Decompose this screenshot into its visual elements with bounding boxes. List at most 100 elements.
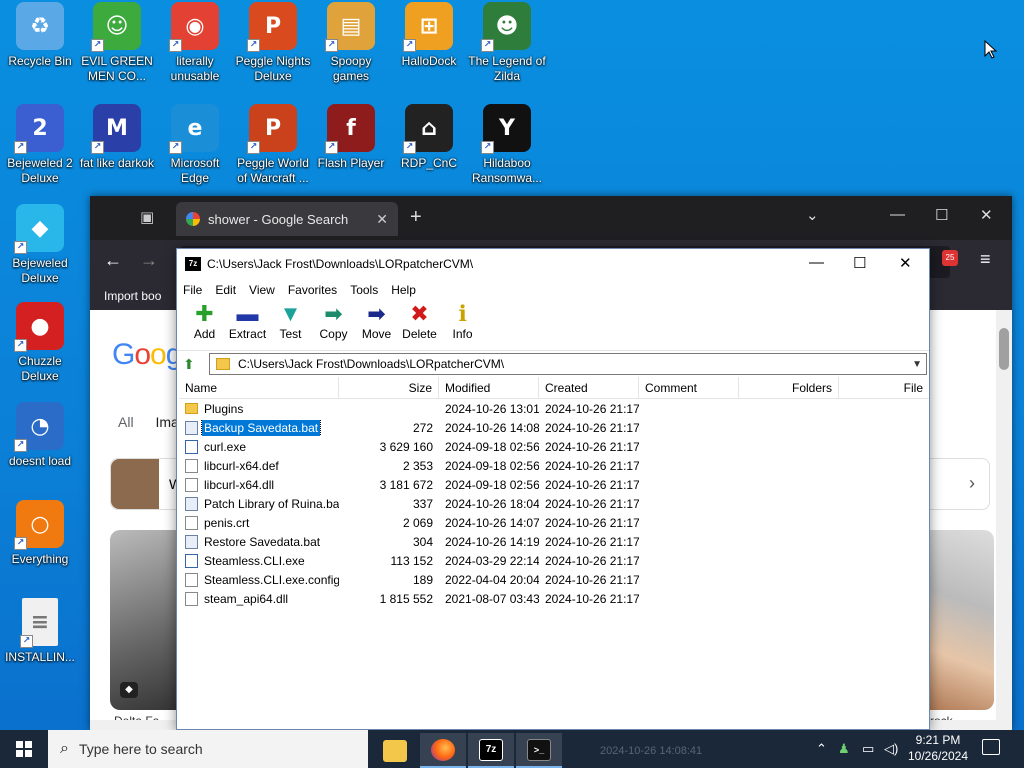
desktop-icon[interactable]: e ↗ Microsoft Edge xyxy=(155,104,235,196)
move-button[interactable]: ➡ Move xyxy=(355,301,398,350)
column-comment[interactable]: Comment xyxy=(639,377,739,398)
menu-edit[interactable]: Edit xyxy=(215,283,236,297)
menu-tools[interactable]: Tools xyxy=(350,283,378,297)
taskbar-7zip[interactable]: 7z xyxy=(468,733,514,768)
minimize-icon[interactable]: — xyxy=(809,254,824,271)
toolbar-button-label: Info xyxy=(452,327,473,341)
extension-badge-icon[interactable]: 25 xyxy=(942,250,958,266)
desktop-icon[interactable]: ☺ ↗ EVIL GREEN MEN CO... xyxy=(77,2,157,94)
column-name[interactable]: Name xyxy=(179,377,339,398)
file-row[interactable]: penis.crt 2 069 2024-10-26 14:07 2024-10-26… xyxy=(179,513,929,532)
up-folder-icon[interactable]: ⬆ xyxy=(183,356,199,372)
desktop-icon[interactable]: ◆ ↗ Bejeweled Deluxe xyxy=(0,204,80,296)
forward-icon[interactable]: → xyxy=(140,250,158,271)
7zip-title-bar[interactable]: 7z C:\Users\Jack Frost\Downloads\LORpatc… xyxy=(177,249,929,279)
shortcut-arrow-icon: ↗ xyxy=(20,635,33,648)
file-row[interactable]: Backup Savedata.bat 272 2024-10-26 14:08 20… xyxy=(179,418,929,437)
image-result-shower[interactable]: ◆ xyxy=(110,530,186,710)
menu-favorites[interactable]: Favorites xyxy=(288,283,337,297)
7zip-file-manager-window[interactable]: 7z C:\Users\Jack Frost\Downloads\LORpatc… xyxy=(176,248,930,730)
tab-all[interactable]: All xyxy=(118,414,134,430)
menu-help[interactable]: Help xyxy=(391,283,416,297)
desktop-icon[interactable]: ○ ↗ Everything xyxy=(0,500,80,592)
desktop-icon[interactable]: ◔ ↗ doesnt load xyxy=(0,402,80,494)
menu-file[interactable]: File xyxy=(183,283,202,297)
close-icon[interactable]: ✕ xyxy=(899,254,912,272)
peggle-wow-icon: P ↗ xyxy=(247,104,297,154)
file-row[interactable]: steam_api64.dll 1 815 552 2021-08-07 03:43… xyxy=(179,589,929,608)
test-button[interactable]: ▼ Test xyxy=(269,301,312,350)
browser-maximize-icon[interactable]: ☐ xyxy=(935,206,948,224)
column-files[interactable]: File xyxy=(839,377,929,398)
file-row[interactable]: curl.exe 3 629 160 2024-09-18 02:56 2024-10… xyxy=(179,437,929,456)
desktop-icon[interactable]: ● ↗ Chuzzle Deluxe xyxy=(0,302,80,394)
close-tab-icon[interactable]: ✕ xyxy=(376,211,388,228)
taskbar-firefox[interactable] xyxy=(420,733,466,768)
taskbar-file-explorer[interactable] xyxy=(372,733,418,768)
address-field[interactable]: C:\Users\Jack Frost\Downloads\LORpatcher… xyxy=(209,353,927,375)
file-row[interactable]: Steamless.CLI.exe 113 152 2024-03-29 22:14… xyxy=(179,551,929,570)
network-icon[interactable]: ▭ xyxy=(862,741,874,757)
tab-overview-icon[interactable]: ▣ xyxy=(140,208,160,226)
vertical-scrollbar[interactable] xyxy=(996,310,1012,730)
taskbar-terminal[interactable]: >_ xyxy=(516,733,562,768)
google-logo[interactable]: Goog xyxy=(112,338,182,372)
copy-button[interactable]: ➡ Copy xyxy=(312,301,355,350)
scrollbar-thumb[interactable] xyxy=(999,328,1009,370)
chrome-icon: ◉ ↗ xyxy=(169,2,219,52)
menu-view[interactable]: View xyxy=(249,283,275,297)
desktop-icon[interactable]: 2 ↗ Bejeweled 2 Deluxe xyxy=(0,104,80,196)
file-row[interactable]: Restore Savedata.bat 304 2024-10-26 14:19 2… xyxy=(179,532,929,551)
desktop-icon[interactable]: ◉ ↗ literally unusable xyxy=(155,2,235,94)
notification-center-icon[interactable] xyxy=(982,739,1000,755)
desktop-icon[interactable]: ☻ ↗ The Legend of Zilda xyxy=(467,2,547,94)
firefox-icon xyxy=(431,738,455,761)
delete-button[interactable]: ✖ Delete xyxy=(398,301,441,350)
import-bookmarks-link[interactable]: Import boo xyxy=(104,289,161,303)
start-button[interactable] xyxy=(0,730,48,768)
bat-file-icon xyxy=(185,496,198,511)
tray-overflow-chevron-icon[interactable]: ⌃ xyxy=(816,741,827,757)
maximize-icon[interactable]: ☐ xyxy=(853,254,866,272)
desktop-icon[interactable]: ≡ ↗ INSTALLIN... xyxy=(0,598,80,690)
file-row[interactable]: libcurl-x64.def 2 353 2024-09-18 02:56 2024… xyxy=(179,456,929,475)
file-row[interactable]: libcurl-x64.dll 3 181 672 2024-09-18 02:56… xyxy=(179,475,929,494)
chevron-down-icon[interactable]: ▼ xyxy=(912,359,922,370)
add-button[interactable]: ✚ Add xyxy=(183,301,226,350)
new-tab-icon[interactable]: + xyxy=(410,206,422,229)
desktop-icon[interactable]: ⌂ ↗ RDP_CnC xyxy=(389,104,469,196)
browser-close-icon[interactable]: ✕ xyxy=(980,206,993,224)
column-size[interactable]: Size xyxy=(339,377,439,398)
desktop-icon[interactable]: ♻ Recycle Bin xyxy=(0,2,80,94)
chevron-right-icon[interactable]: › xyxy=(969,473,975,494)
desktop-icon[interactable]: Y ↗ Hildaboo Ransomwa... xyxy=(467,104,547,196)
browser-menu-icon[interactable]: ≡ xyxy=(980,249,991,270)
file-row[interactable]: Plugins 2024-10-26 13:01 2024-10-26 21:17 xyxy=(179,399,929,418)
desktop-icon[interactable]: ▤ ↗ Spoopy games xyxy=(311,2,391,94)
file-name: Patch Library of Ruina.bat xyxy=(204,496,339,511)
back-icon[interactable]: ← xyxy=(104,250,122,271)
file-row[interactable]: Patch Library of Ruina.bat 337 2024-10-26 … xyxy=(179,494,929,513)
column-created[interactable]: Created xyxy=(539,377,639,398)
tab-google-search[interactable]: shower - Google Search ✕ xyxy=(176,202,398,236)
tray-user-icon[interactable]: ♟ xyxy=(838,741,850,757)
desktop-icon[interactable]: M ↗ fat like darkok xyxy=(77,104,157,196)
file-list[interactable]: Name Size Modified Created Comment Folde… xyxy=(179,377,929,729)
file-row[interactable]: Steamless.CLI.exe.config 189 2022-04-04 20… xyxy=(179,570,929,589)
desktop-icon[interactable]: P ↗ Peggle Nights Deluxe xyxy=(233,2,313,94)
browser-minimize-icon[interactable]: — xyxy=(890,206,905,223)
image-result-woman-shower[interactable] xyxy=(928,530,994,710)
volume-icon[interactable]: ◁) xyxy=(884,741,898,757)
tab-list-chevron-icon[interactable]: ⌄ xyxy=(806,206,819,224)
column-folders[interactable]: Folders xyxy=(739,377,839,398)
desktop-icon[interactable]: f ↗ Flash Player xyxy=(311,104,391,196)
desktop-icon[interactable]: P ↗ Peggle World of Warcraft ... xyxy=(233,104,313,196)
file-rows: Plugins 2024-10-26 13:01 2024-10-26 21:17 B… xyxy=(179,399,929,608)
extract-button[interactable]: ▬ Extract xyxy=(226,301,269,350)
taskbar-clock[interactable]: 9:21 PM 10/26/2024 xyxy=(902,732,974,764)
file-created-cell: 2024-10-26 21:17 xyxy=(545,553,639,568)
info-button[interactable]: ℹ Info xyxy=(441,301,484,350)
column-modified[interactable]: Modified xyxy=(439,377,539,398)
desktop-icon[interactable]: ⊞ ↗ HalloDock xyxy=(389,2,469,94)
taskbar-search-box[interactable]: ⌕ Type here to search xyxy=(48,730,368,768)
